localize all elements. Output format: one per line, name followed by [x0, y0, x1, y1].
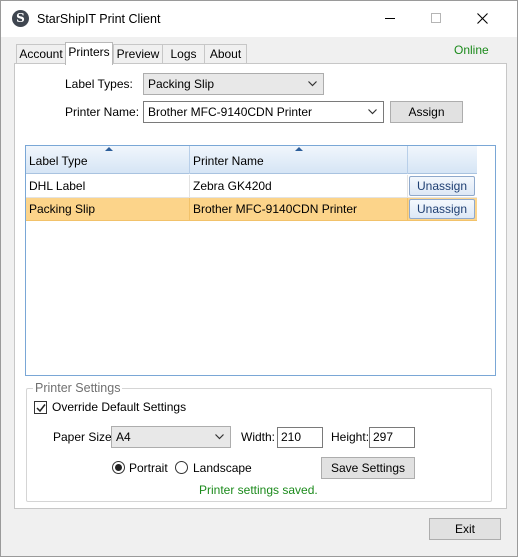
width-label: Width: [241, 430, 276, 444]
sort-arrow-icon [295, 147, 303, 151]
unassign-button[interactable]: Unassign [409, 176, 475, 196]
printer-name-dropdown[interactable]: Brother MFC-9140CDN Printer [143, 101, 384, 123]
chevron-down-icon [215, 434, 224, 440]
table-row[interactable]: DHL Label Zebra GK420d Unassign [26, 175, 477, 198]
printer-name-value: Brother MFC-9140CDN Printer [148, 105, 313, 119]
cell-printer-name: Brother MFC-9140CDN Printer [190, 198, 408, 221]
app-window: S StarShipIT Print Client Account Printe… [0, 0, 518, 557]
chevron-down-icon [368, 109, 377, 115]
table-row-selected[interactable]: Packing Slip Brother MFC-9140CDN Printer… [26, 198, 477, 221]
paper-size-dropdown[interactable]: A4 [111, 426, 231, 448]
width-field[interactable]: 210 [277, 427, 323, 448]
cell-label-type: Packing Slip [26, 198, 190, 221]
printer-name-label: Printer Name: [65, 105, 140, 119]
exit-button[interactable]: Exit [429, 518, 501, 540]
connection-status: Online [454, 43, 489, 57]
checkmark-icon [36, 404, 46, 413]
grid-header: Label Type Printer Name [26, 146, 477, 174]
label-types-label: Label Types: [65, 77, 133, 91]
close-icon [477, 13, 488, 24]
printer-settings-group: Printer Settings Override Default Settin… [26, 381, 492, 502]
unassign-button[interactable]: Unassign [409, 199, 475, 219]
assignments-grid: Label Type Printer Name DHL Label Zebra … [25, 145, 496, 376]
cell-label-type: DHL Label [26, 175, 190, 198]
minimize-button[interactable] [367, 1, 413, 35]
tab-logs[interactable]: Logs [162, 44, 205, 64]
column-label: Label Type [29, 154, 88, 168]
maximize-button [413, 1, 459, 35]
save-settings-button[interactable]: Save Settings [321, 457, 415, 479]
title-bar[interactable]: S StarShipIT Print Client [1, 1, 517, 37]
tab-printers[interactable]: Printers [65, 42, 113, 65]
override-default-checkbox[interactable] [34, 401, 47, 414]
printers-panel: Label Types: Packing Slip Printer Name: … [14, 63, 507, 509]
height-label: Height: [331, 430, 370, 444]
column-header-action[interactable] [408, 146, 477, 174]
label-type-value: Packing Slip [148, 77, 215, 91]
tab-about[interactable]: About [204, 44, 247, 64]
save-status-message: Printer settings saved. [199, 483, 318, 497]
column-label: Printer Name [193, 154, 264, 168]
column-header-label-type[interactable]: Label Type [26, 146, 190, 174]
portrait-radio[interactable] [112, 461, 125, 474]
portrait-label[interactable]: Portrait [129, 461, 168, 475]
override-default-label[interactable]: Override Default Settings [52, 400, 186, 414]
tab-account[interactable]: Account [16, 44, 66, 64]
chevron-down-icon [308, 81, 317, 87]
printer-settings-title: Printer Settings [33, 381, 123, 395]
sort-arrow-icon [105, 147, 113, 151]
landscape-radio[interactable] [175, 461, 188, 474]
tab-preview[interactable]: Preview [113, 44, 163, 64]
label-type-dropdown[interactable]: Packing Slip [143, 73, 324, 95]
close-button[interactable] [459, 1, 505, 35]
maximize-icon [431, 13, 441, 23]
height-field[interactable]: 297 [369, 427, 415, 448]
assign-button[interactable]: Assign [390, 101, 463, 123]
paper-size-label: Paper Size: [53, 430, 116, 444]
minimize-icon [385, 18, 395, 19]
window-title: StarShipIT Print Client [37, 12, 161, 26]
app-logo-icon: S [12, 10, 29, 27]
landscape-label[interactable]: Landscape [193, 461, 252, 475]
cell-printer-name: Zebra GK420d [190, 175, 408, 198]
paper-size-value: A4 [116, 430, 131, 444]
column-header-printer-name[interactable]: Printer Name [190, 146, 408, 174]
